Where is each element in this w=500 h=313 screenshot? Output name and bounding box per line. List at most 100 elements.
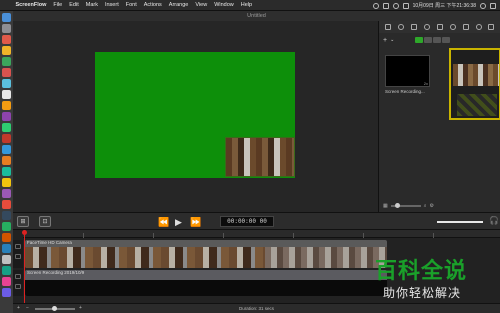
menu-window[interactable]: Window	[211, 2, 238, 8]
dock-app-icon[interactable]	[2, 167, 11, 176]
menu-app-name[interactable]: ScreenFlow	[12, 2, 50, 8]
menu-help[interactable]: Help	[237, 2, 255, 8]
status-icon-2[interactable]	[382, 2, 389, 9]
timeline-ruler[interactable]	[23, 230, 500, 238]
transport-bar: ⊞ ⊡ ⏪ ▶ ⏩ 00:00:00 00 🎧	[13, 212, 500, 230]
library-controls: + ⌄	[379, 35, 500, 45]
clip-label: FaceTime HD Camera	[27, 240, 72, 245]
dock-app-icon[interactable]	[2, 189, 11, 198]
menu-arrange[interactable]: Arrange	[165, 2, 192, 8]
callout-icon[interactable]	[424, 24, 431, 30]
dock-app-icon[interactable]	[2, 222, 11, 231]
menu-actions[interactable]: Actions	[140, 2, 165, 8]
dock-app-icon[interactable]	[2, 266, 11, 275]
media-thumbnail-screen-recording[interactable]: 2x	[385, 55, 430, 87]
play-button[interactable]: ▶	[175, 216, 182, 228]
media-thumbnail-camera[interactable]	[449, 48, 500, 120]
dock-app-icon[interactable]	[2, 79, 11, 88]
filter-all-icon[interactable]	[442, 37, 451, 43]
speaker-icon[interactable]	[15, 284, 21, 289]
media-library-panel: + ⌄ 2x Screen Recording... ▦ ⌕ ⚙	[378, 21, 500, 212]
chevron-down-icon[interactable]: ⌄	[390, 37, 394, 43]
filter-image-icon[interactable]	[433, 37, 442, 43]
dock-app-icon[interactable]	[2, 233, 11, 242]
add-media-icon[interactable]: +	[383, 37, 387, 44]
clip-camera[interactable]: FaceTime HD Camera	[25, 240, 387, 268]
battery-icon[interactable]	[402, 2, 409, 9]
speaker-icon[interactable]	[15, 254, 21, 259]
dock-app-icon[interactable]	[2, 68, 11, 77]
grid-icon[interactable]: ▦	[383, 203, 388, 209]
transition-icon[interactable]	[475, 24, 482, 30]
thumbnail-size-slider[interactable]	[390, 203, 421, 208]
slider-knob[interactable]	[394, 203, 400, 208]
menu-insert[interactable]: Insert	[101, 2, 122, 8]
dock-app-icon[interactable]	[2, 134, 11, 143]
menubar-clock[interactable]: 10月09日 周三 下午21:36:38	[413, 2, 476, 9]
dock-app-icon[interactable]	[2, 46, 11, 55]
lock-icon[interactable]	[15, 274, 21, 279]
menu-mark[interactable]: Mark	[82, 2, 101, 8]
watermark-subtitle: 助你轻松解决	[383, 286, 462, 300]
dock-app-icon[interactable]	[2, 57, 11, 66]
annotation-icon[interactable]	[449, 24, 456, 30]
menu-edit[interactable]: Edit	[66, 2, 82, 8]
screen-recording-icon[interactable]	[411, 24, 418, 30]
camera-overlay-clip[interactable]	[225, 137, 295, 177]
video-properties-icon[interactable]	[385, 24, 392, 30]
media-library-icon[interactable]	[488, 24, 495, 30]
menu-file[interactable]: File	[50, 2, 66, 8]
media-footer: ▦ ⌕ ⚙	[379, 201, 500, 211]
dock-app-icon[interactable]	[2, 288, 11, 297]
filter-video-icon[interactable]	[415, 37, 424, 43]
media-item-label: Screen Recording...	[385, 89, 425, 94]
dock-app-icon[interactable]	[2, 244, 11, 253]
dock-app-icon[interactable]	[2, 211, 11, 220]
watermark: 百科全说 助你轻松解决	[367, 252, 495, 310]
filter-audio-icon[interactable]	[424, 37, 433, 43]
touch-icon[interactable]	[436, 24, 443, 30]
dock-app-icon[interactable]	[2, 255, 11, 264]
dock-app-icon[interactable]	[2, 90, 11, 99]
search-icon[interactable]	[480, 2, 486, 9]
status-area: 10月09日 周三 下午21:36:38	[372, 0, 496, 11]
ruler-tick	[153, 233, 154, 238]
dock-app-icon[interactable]	[2, 277, 11, 286]
clip-screen-recording[interactable]: Screen Recording 2019/10/9	[25, 270, 387, 296]
dock-app-icon[interactable]	[2, 35, 11, 44]
launchpad-icon[interactable]	[2, 24, 11, 33]
dock-app-icon[interactable]	[2, 145, 11, 154]
wifi-icon[interactable]	[392, 2, 399, 9]
camera-thumbnail-image	[453, 64, 499, 86]
dock-app-icon[interactable]	[2, 156, 11, 165]
watermark-title: 百科全说	[375, 259, 468, 284]
rewind-button[interactable]: ⏪	[158, 216, 169, 228]
lock-icon[interactable]	[15, 244, 21, 249]
menu-view[interactable]: View	[192, 2, 211, 8]
library-filter[interactable]	[415, 37, 451, 43]
status-icon-1[interactable]	[372, 2, 379, 9]
dock	[0, 11, 13, 313]
audio-properties-icon[interactable]	[398, 24, 405, 30]
playhead-handle[interactable]	[22, 230, 27, 235]
playhead[interactable]	[24, 230, 25, 303]
menu-font[interactable]: Font	[122, 2, 140, 8]
finder-icon[interactable]	[2, 13, 11, 22]
text-icon[interactable]	[462, 24, 469, 30]
ruler-tick	[363, 233, 364, 238]
ruler-tick	[293, 233, 294, 238]
dock-app-icon[interactable]	[2, 178, 11, 187]
dock-app-icon[interactable]	[2, 101, 11, 110]
snap-button[interactable]: ⊞	[17, 216, 29, 227]
dock-app-icon[interactable]	[2, 123, 11, 132]
ruler-tick	[223, 233, 224, 238]
volume-slider[interactable]	[437, 221, 483, 223]
search-icon[interactable]: ⌕	[424, 203, 427, 209]
notification-icon[interactable]	[490, 2, 496, 9]
dock-app-icon[interactable]	[2, 112, 11, 121]
gear-icon[interactable]: ⚙	[430, 203, 434, 209]
fast-forward-button[interactable]: ⏩	[190, 216, 201, 228]
dock-app-icon[interactable]	[2, 200, 11, 209]
headphones-icon[interactable]: 🎧	[489, 216, 499, 225]
crop-button[interactable]: ⊡	[39, 216, 51, 227]
